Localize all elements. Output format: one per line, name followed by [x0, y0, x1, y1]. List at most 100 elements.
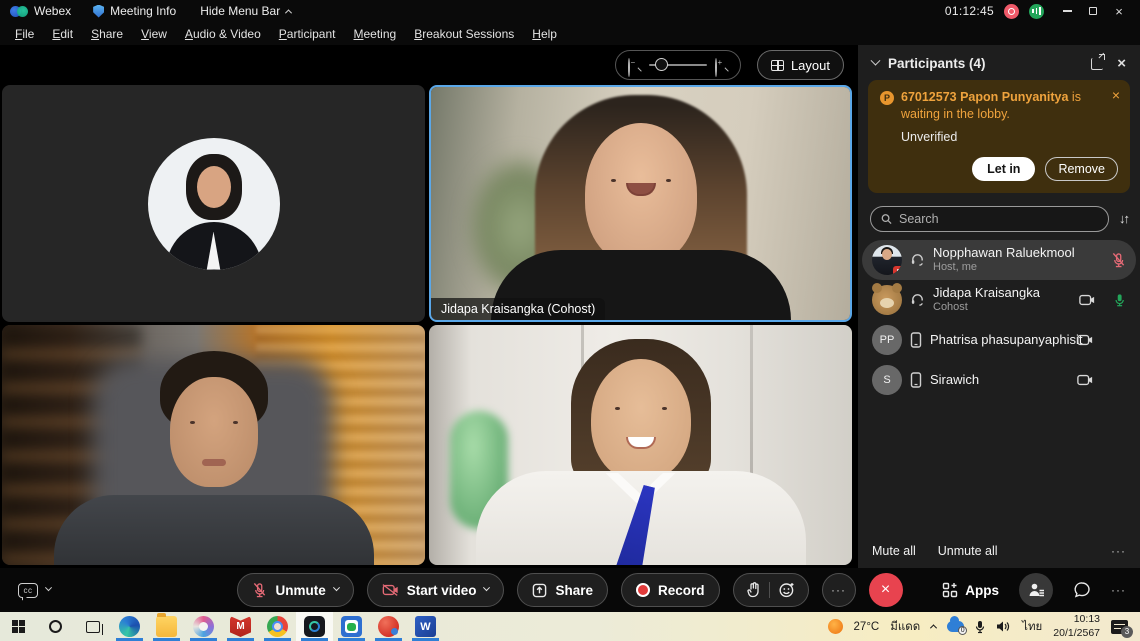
menu-breakout-sessions[interactable]: Breakout Sessions [405, 24, 523, 44]
let-in-button[interactable]: Let in [972, 157, 1035, 181]
app-title: Webex [34, 4, 71, 18]
menu-meeting[interactable]: Meeting [345, 24, 406, 44]
avatar: PP [872, 325, 902, 355]
close-window-button[interactable]: × [1106, 0, 1132, 22]
weather-desc[interactable]: มีแดด [890, 618, 920, 636]
zoom-slider-control[interactable]: − + [615, 50, 741, 80]
recording-indicator-icon[interactable] [1004, 4, 1019, 19]
taskbar-red-app[interactable] [370, 612, 407, 641]
zoom-out-icon[interactable]: − [628, 59, 641, 72]
connection-quality-icon[interactable] [1029, 4, 1044, 19]
webex-logo-icon [10, 5, 28, 18]
meeting-control-bar: cc Unmute Start video [0, 568, 1140, 612]
mic-active-icon[interactable] [1113, 292, 1126, 308]
video-options-chevron-icon[interactable] [483, 584, 490, 591]
chevron-down-icon[interactable] [45, 584, 52, 591]
chat-button[interactable] [1073, 581, 1091, 599]
zoom-in-icon[interactable]: + [715, 59, 728, 72]
menu-edit[interactable]: Edit [43, 24, 82, 44]
task-view-button[interactable] [74, 612, 111, 641]
menu-audio-video[interactable]: Audio & Video [176, 24, 270, 44]
volume-icon[interactable] [996, 620, 1011, 633]
layout-button[interactable]: Layout [757, 50, 844, 80]
taskbar-file-explorer[interactable] [148, 612, 185, 641]
weather-sun-icon[interactable] [828, 619, 843, 634]
mic-options-chevron-icon[interactable] [333, 584, 340, 591]
taskbar-word[interactable]: W [407, 612, 444, 641]
mic-muted-icon[interactable] [1111, 252, 1126, 268]
participants-toggle-button[interactable] [1019, 573, 1053, 607]
hide-menu-bar-button[interactable]: Hide Menu Bar [188, 0, 303, 22]
minimize-button[interactable] [1054, 0, 1080, 22]
collapse-panel-icon[interactable] [871, 56, 881, 66]
participant-row-jidapa[interactable]: Jidapa Kraisangka Cohost [862, 280, 1136, 320]
participant-role: Cohost [933, 301, 1040, 314]
meeting-info-button[interactable]: Meeting Info [81, 0, 188, 22]
video-tile-jidapa-active[interactable]: Jidapa Kraisangka (Cohost) [429, 85, 852, 322]
participant-name: Jidapa Kraisangka [933, 285, 1040, 301]
taskbar-line[interactable] [333, 612, 370, 641]
closed-captions-button[interactable]: cc [18, 583, 51, 598]
weather-temp[interactable]: 27°C [854, 621, 880, 633]
menu-help[interactable]: Help [523, 24, 566, 44]
dismiss-lobby-icon[interactable]: × [1112, 88, 1120, 102]
mute-all-button[interactable]: Mute all [872, 544, 916, 558]
unmute-all-button[interactable]: Unmute all [938, 544, 998, 558]
apps-button[interactable]: Apps [942, 582, 999, 598]
headset-icon [910, 252, 925, 267]
close-panel-icon[interactable]: × [1117, 56, 1126, 71]
menu-participant[interactable]: Participant [270, 24, 345, 44]
leave-meeting-button[interactable]: × [869, 573, 903, 607]
lobby-user-name: 67012573 Papon Punyanitya [901, 90, 1068, 104]
unmute-button[interactable]: Unmute [237, 573, 353, 607]
participant-row-sirawich[interactable]: S Sirawich [862, 360, 1136, 400]
onedrive-icon[interactable]: 0 [947, 621, 964, 632]
taskbar-mcafee[interactable]: M [222, 612, 259, 641]
mic-muted-icon [252, 582, 267, 598]
more-options-button[interactable]: ··· [822, 573, 856, 607]
menu-file[interactable]: File [6, 24, 43, 44]
popout-panel-icon[interactable] [1091, 58, 1103, 70]
lobby-user-icon: P [880, 91, 894, 105]
maximize-button[interactable] [1080, 0, 1106, 22]
share-button[interactable]: Share [517, 573, 608, 607]
clock[interactable]: 10:13 20/1/2567 [1053, 613, 1100, 639]
tray-overflow-chevron-icon[interactable] [930, 624, 937, 631]
zoom-slider-knob[interactable] [655, 58, 668, 71]
camera-on-icon[interactable] [1079, 294, 1095, 306]
zoom-slider-track[interactable] [649, 64, 707, 66]
start-video-button[interactable]: Start video [367, 573, 505, 607]
taskbar-edge[interactable] [111, 612, 148, 641]
search-taskbar-button[interactable] [37, 612, 74, 641]
sort-icon[interactable]: ↓↑ [1119, 211, 1128, 226]
panel-more-options-icon[interactable]: ··· [1111, 544, 1126, 558]
participant-row-nopphawan[interactable]: Nopphawan Raluekmool Host, me [862, 240, 1136, 280]
tray-mic-icon[interactable] [975, 620, 985, 634]
participant-row-phatrisa[interactable]: PP Phatrisa phasupanyaphisit [862, 320, 1136, 360]
task-view-icon [86, 621, 100, 633]
phone-device-icon [910, 332, 922, 348]
menu-share[interactable]: Share [82, 24, 132, 44]
line-app-icon [341, 616, 362, 637]
action-center-icon[interactable]: 3 [1111, 620, 1128, 634]
camera-on-icon[interactable] [1077, 374, 1093, 386]
avatar: S [872, 365, 902, 395]
record-button[interactable]: Record [621, 573, 720, 607]
taskbar-webex-active[interactable] [296, 612, 333, 641]
taskbar-paint[interactable] [185, 612, 222, 641]
video-tile-phatrisa[interactable] [429, 325, 852, 565]
video-tile-sirawich[interactable] [2, 325, 425, 565]
language-indicator[interactable]: ไทย [1022, 618, 1042, 636]
start-button[interactable] [0, 612, 37, 641]
search-box[interactable] [870, 206, 1109, 232]
camera-on-icon[interactable] [1077, 334, 1093, 346]
search-input[interactable] [899, 212, 1098, 226]
menu-view[interactable]: View [132, 24, 176, 44]
reactions-button[interactable] [770, 582, 804, 598]
raise-hand-button[interactable] [738, 582, 769, 598]
remove-button[interactable]: Remove [1045, 157, 1118, 181]
taskbar-chrome[interactable] [259, 612, 296, 641]
video-tile-nopphawan[interactable] [2, 85, 425, 322]
reactions-group [733, 573, 809, 607]
more-panels-icon[interactable]: ··· [1111, 583, 1126, 597]
